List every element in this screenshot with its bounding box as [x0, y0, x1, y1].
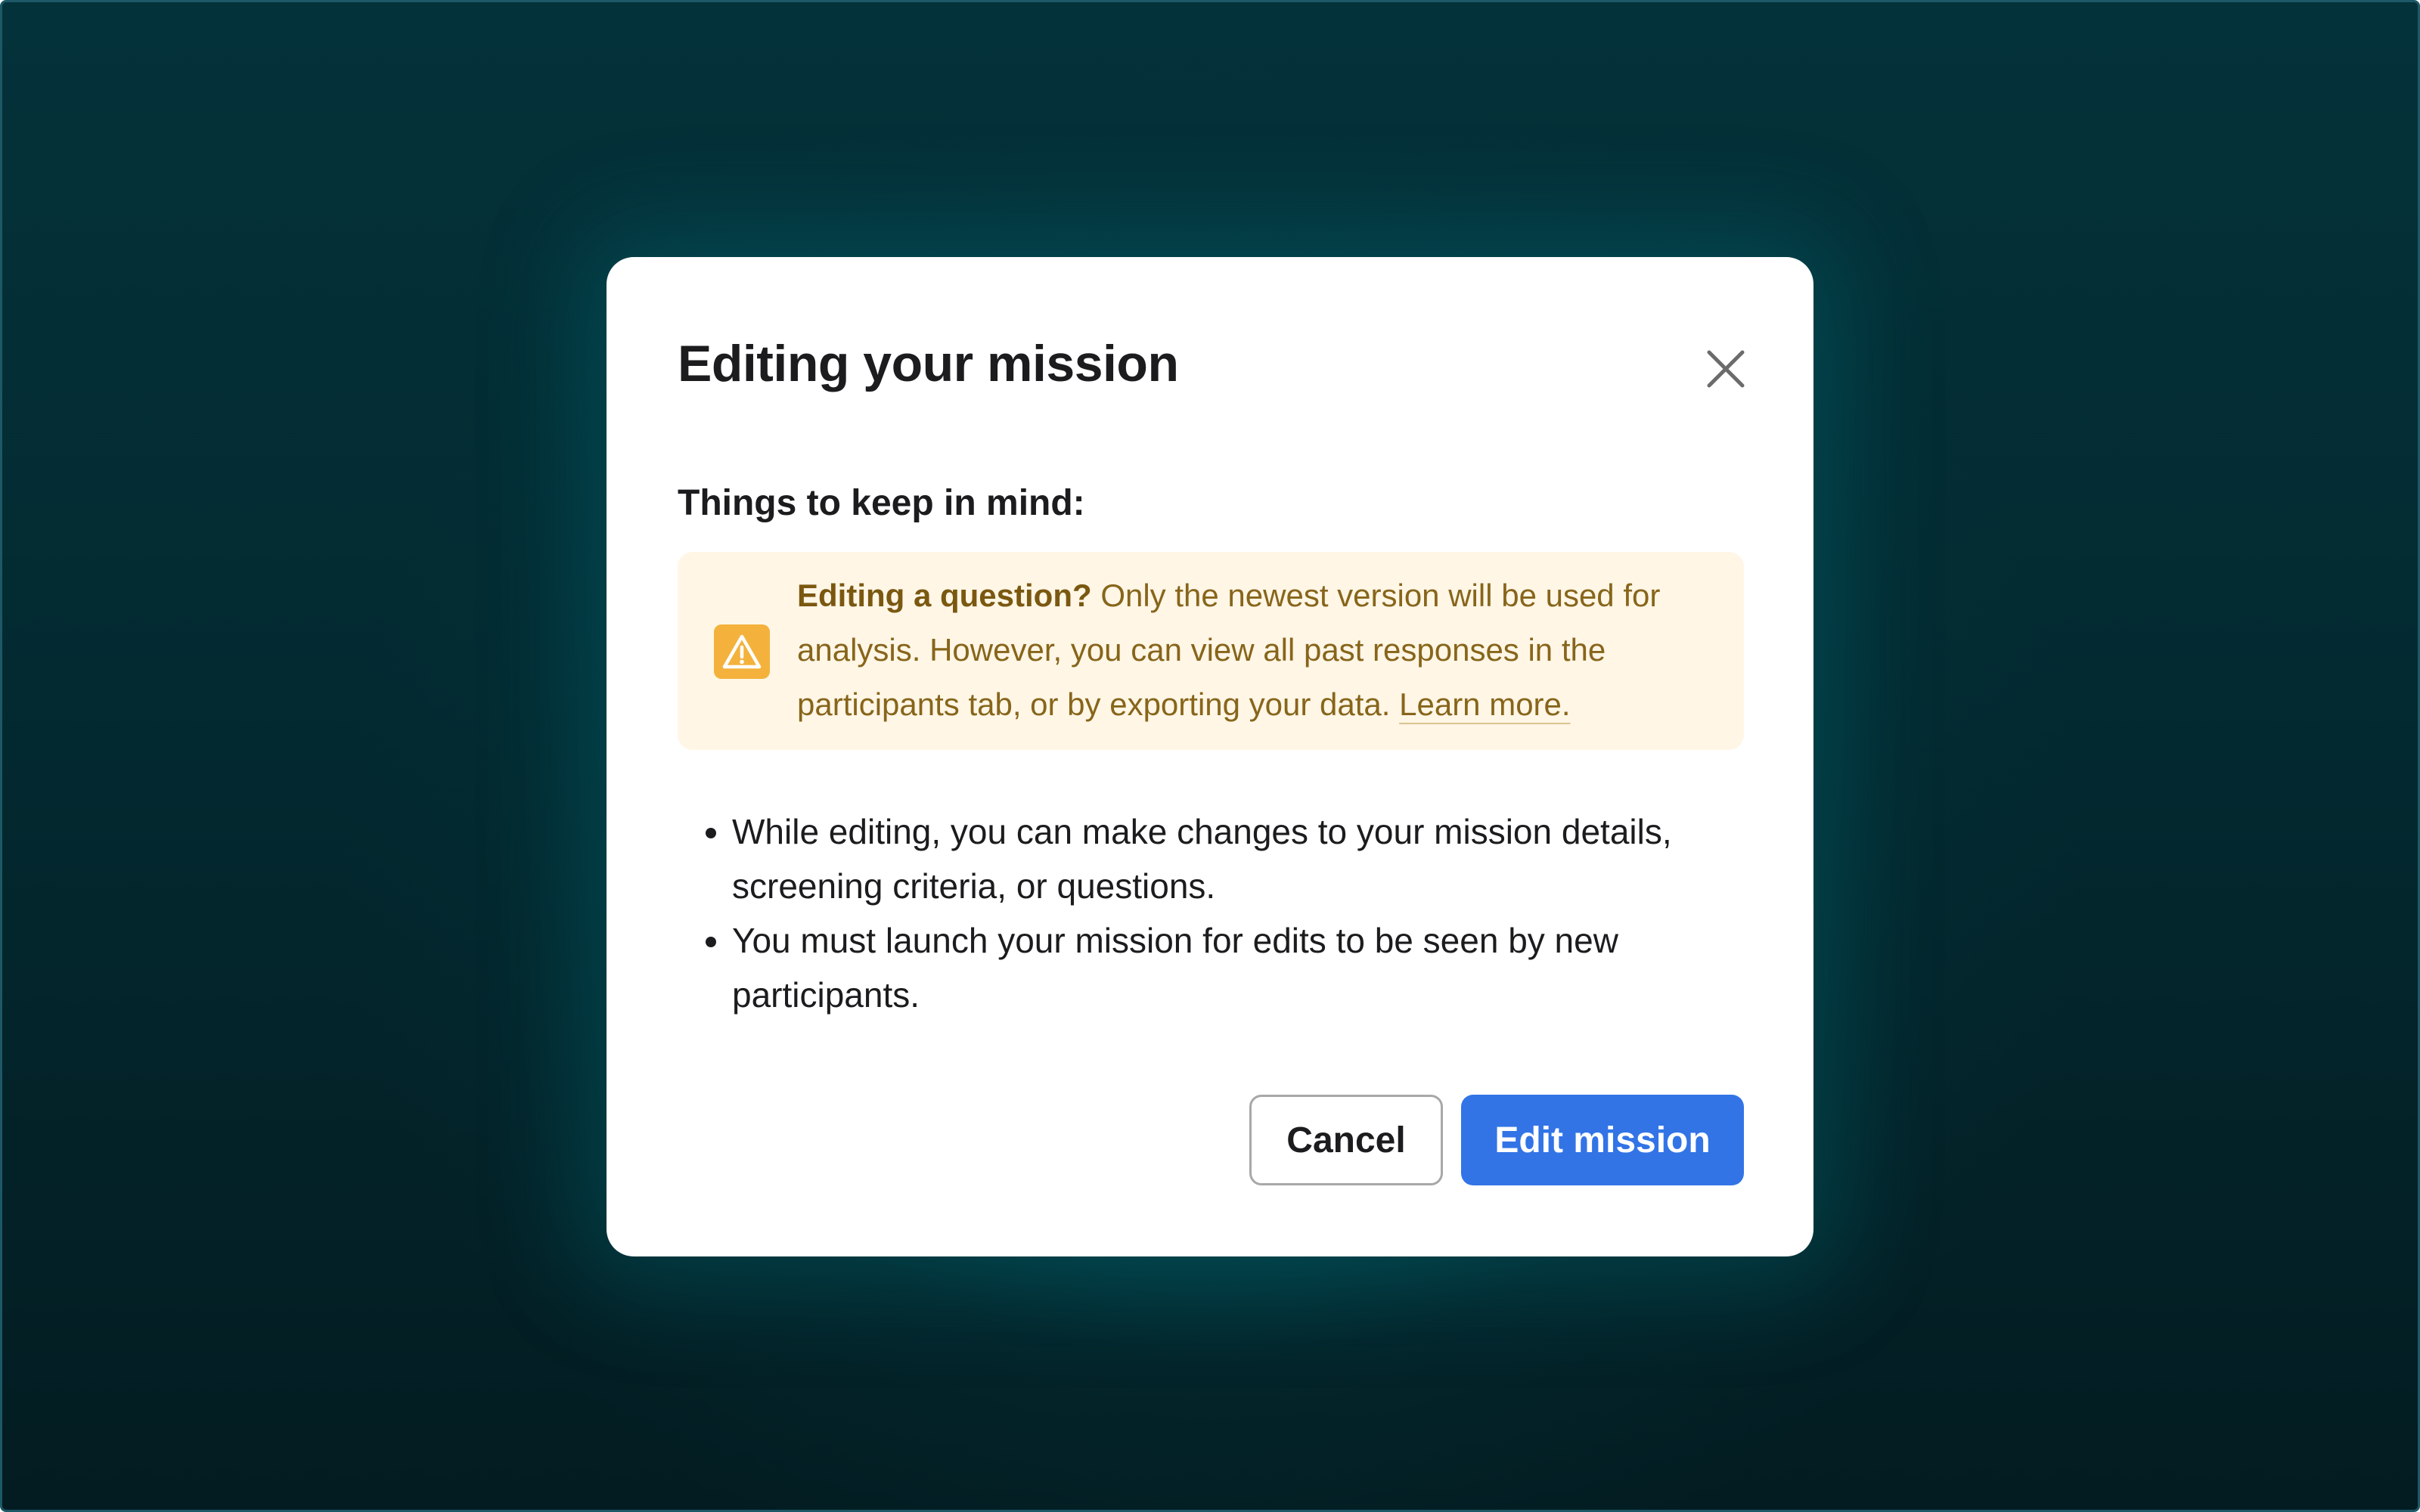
cancel-button[interactable]: Cancel — [1249, 1095, 1443, 1185]
notes-list: While editing, you can make changes to y… — [678, 804, 1744, 1022]
warning-callout: Editing a question? Only the newest vers… — [678, 552, 1744, 750]
section-subheading: Things to keep in mind: — [678, 483, 1085, 523]
edit-mission-dialog: Editing your mission Things to keep in m… — [607, 257, 1813, 1256]
dialog-title: Editing your mission — [678, 335, 1179, 392]
list-item: While editing, you can make changes to y… — [732, 804, 1744, 913]
close-button[interactable] — [1697, 340, 1754, 398]
warning-icon — [714, 624, 770, 679]
learn-more-link[interactable]: Learn more. — [1399, 686, 1570, 722]
list-item: You must launch your mission for edits t… — [732, 913, 1744, 1022]
callout-message: Editing a question? Only the newest vers… — [797, 569, 1735, 732]
callout-bold-text: Editing a question? — [797, 578, 1092, 613]
edit-mission-button[interactable]: Edit mission — [1461, 1095, 1744, 1185]
close-icon — [1707, 350, 1745, 388]
